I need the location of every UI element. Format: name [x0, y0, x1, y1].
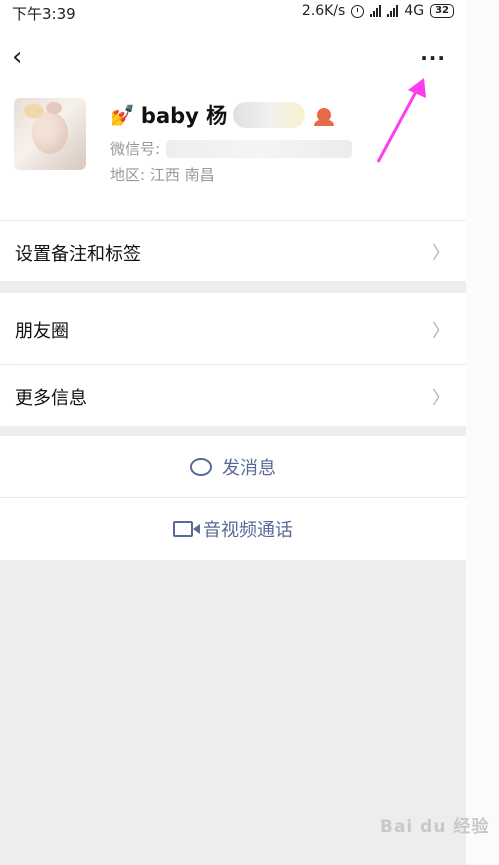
blurred-wechat-id — [166, 139, 353, 158]
chevron-right-icon: 〉 — [432, 243, 450, 264]
back-button[interactable]: ‹ — [12, 44, 22, 70]
blurred-name-area — [233, 102, 306, 128]
region-label: 地区: — [110, 166, 146, 184]
more-info-label: 更多信息 — [15, 388, 87, 409]
avatar[interactable] — [14, 98, 86, 170]
signal-icon-2 — [387, 5, 399, 17]
status-time: 下午3:39 — [12, 5, 76, 23]
signal-icon — [370, 5, 382, 17]
video-call-label: 音视频通话 — [203, 520, 293, 541]
region-row: 地区: 江西 南昌 — [110, 164, 215, 185]
nickname-row: 💅 baby 杨 — [110, 100, 335, 130]
screen-edge — [466, 0, 499, 865]
nickname: baby 杨 — [140, 104, 228, 128]
alarm-clock-icon — [351, 4, 365, 18]
wechat-id-label: 微信号: — [110, 140, 161, 158]
moments-item[interactable]: 朋友圈 〉 — [0, 293, 466, 364]
chevron-right-icon: 〉 — [432, 321, 450, 342]
region-value: 江西 南昌 — [149, 166, 215, 184]
more-info-item[interactable]: 更多信息 〉 — [0, 365, 466, 426]
moments-label: 朋友圈 — [15, 321, 69, 342]
video-call-button[interactable]: 音视频通话 — [0, 498, 466, 560]
set-remarks-tags-label: 设置备注和标签 — [15, 244, 141, 265]
message-bubble-icon — [190, 457, 212, 476]
baidu-watermark: Bai du 经验 — [380, 817, 490, 837]
contact-person-icon — [314, 108, 335, 126]
send-message-button[interactable]: 发消息 — [0, 436, 466, 497]
nail-polish-emoji-icon: 💅 — [110, 103, 135, 127]
wechat-id-row: 微信号: — [110, 138, 353, 159]
more-options-button[interactable]: ··· — [420, 46, 446, 70]
status-bar: 下午3:39 2.6K/s 4G 32 — [0, 0, 466, 26]
send-message-label: 发消息 — [222, 457, 276, 479]
video-camera-icon — [173, 521, 200, 537]
annotation-arrow-icon — [376, 78, 426, 163]
set-remarks-tags-item[interactable]: 设置备注和标签 〉 — [0, 221, 466, 281]
network-speed: 2.6K/s — [301, 3, 346, 19]
network-type: 4G — [404, 3, 425, 19]
battery-icon: 32 — [430, 4, 454, 18]
chevron-right-icon: 〉 — [432, 388, 450, 409]
status-indicators: 2.6K/s 4G 32 — [302, 3, 454, 19]
